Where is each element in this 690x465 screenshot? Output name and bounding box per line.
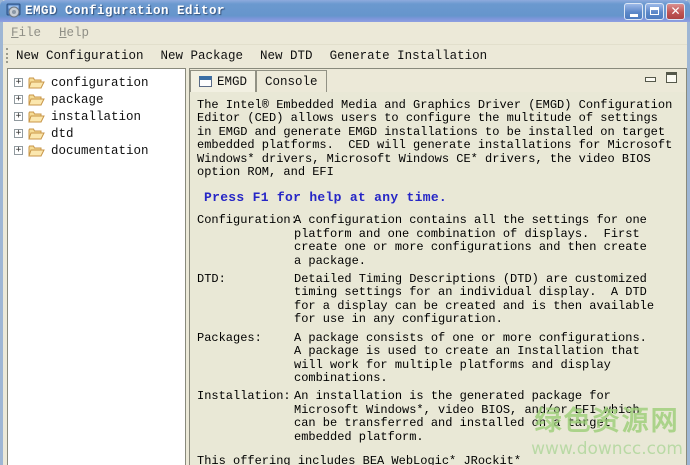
expand-icon[interactable]: +: [14, 129, 23, 138]
definition-installation: Installation:An installation is the gene…: [197, 390, 682, 444]
minimize-button[interactable]: [624, 3, 643, 20]
folder-icon: [28, 110, 45, 123]
expand-icon[interactable]: +: [14, 78, 23, 87]
tree-item-dtd[interactable]: + dtd: [8, 125, 185, 142]
tree-item-installation[interactable]: + installation: [8, 108, 185, 125]
close-button[interactable]: ✕: [666, 3, 685, 20]
view-maximize-icon[interactable]: [666, 72, 677, 83]
titlebar[interactable]: EMGD Configuration Editor ✕: [0, 0, 690, 22]
tree-item-package[interactable]: + package: [8, 91, 185, 108]
definition-configuration: Configuration:A configuration contains a…: [197, 214, 682, 268]
navigation-tree-panel: +configuration+package+installation+dtd+…: [7, 68, 186, 465]
view-minimize-icon[interactable]: [645, 77, 656, 82]
definition-term: DTD:: [197, 273, 294, 327]
window-title: EMGD Configuration Editor: [25, 4, 624, 18]
folder-icon: [28, 93, 45, 106]
view-controls: [645, 75, 677, 83]
tabs: EMGD Console: [190, 70, 327, 93]
app-window: EMGD Configuration Editor ✕ File Help New…: [0, 0, 690, 465]
definition-text: A package consists of one or more config…: [294, 332, 647, 386]
menu-file[interactable]: File: [11, 26, 41, 40]
expand-icon[interactable]: +: [14, 112, 23, 121]
expand-icon[interactable]: +: [14, 95, 23, 104]
definitions-list: Configuration:A configuration contains a…: [197, 214, 682, 444]
definition-packages: Packages:A package consists of one or mo…: [197, 332, 682, 386]
toolbar-button-new-configuration[interactable]: New Configuration: [16, 49, 144, 63]
main-area: +configuration+package+installation+dtd+…: [3, 66, 687, 465]
maximize-icon: [650, 7, 659, 15]
definition-term: Configuration:: [197, 214, 294, 268]
toolbar-button-new-package[interactable]: New Package: [161, 49, 244, 63]
close-icon: ✕: [670, 5, 680, 17]
tab-console[interactable]: Console: [256, 70, 327, 93]
tab-label: Console: [265, 75, 318, 89]
tab-label: EMGD: [217, 75, 247, 89]
definition-dtd: DTD:Detailed Timing Descriptions (DTD) a…: [197, 273, 682, 327]
app-icon: [6, 3, 22, 19]
window-icon: [199, 76, 212, 87]
menu-help[interactable]: Help: [59, 26, 89, 40]
toolbar: New Configuration New Package New DTD Gener…: [3, 45, 687, 66]
tree-item-label: dtd: [51, 127, 74, 141]
minimize-icon: [630, 14, 638, 17]
tree-item-documentation[interactable]: + documentation: [8, 142, 185, 159]
definition-term: Installation:: [197, 390, 294, 444]
definition-text: A configuration contains all the setting…: [294, 214, 647, 268]
tree-item-label: installation: [51, 110, 141, 124]
intro-paragraph: The Intel® Embedded Media and Graphics D…: [197, 99, 682, 179]
definition-text: An installation is the generated package…: [294, 390, 640, 444]
maximize-button[interactable]: [645, 3, 664, 20]
toolbar-grip-handle[interactable]: [6, 48, 10, 63]
folder-icon: [28, 76, 45, 89]
menu-bar: File Help: [3, 22, 687, 45]
toolbar-button-generate-installation[interactable]: Generate Installation: [330, 49, 488, 63]
toolbar-button-new-dtd[interactable]: New DTD: [260, 49, 313, 63]
expand-icon[interactable]: +: [14, 146, 23, 155]
tab-bar: EMGD Console: [190, 69, 686, 93]
definition-term: Packages:: [197, 332, 294, 386]
emgd-welcome-content: The Intel® Embedded Media and Graphics D…: [190, 92, 686, 465]
definition-text: Detailed Timing Descriptions (DTD) are c…: [294, 273, 654, 327]
tab-emgd[interactable]: EMGD: [190, 70, 256, 93]
help-banner: Press F1 for help at any time.: [204, 190, 682, 205]
footer-note: This offering includes BEA WebLogic* JRo…: [197, 454, 682, 465]
window-controls: ✕: [624, 3, 685, 20]
tree-item-label: configuration: [51, 76, 149, 90]
tree-item-label: documentation: [51, 144, 149, 158]
editor-panel: EMGD Console The Intel® Embedded Media an…: [189, 68, 687, 465]
tree-item-configuration[interactable]: + configuration: [8, 74, 185, 91]
folder-icon: [28, 144, 45, 157]
folder-icon: [28, 127, 45, 140]
tree-item-label: package: [51, 93, 104, 107]
